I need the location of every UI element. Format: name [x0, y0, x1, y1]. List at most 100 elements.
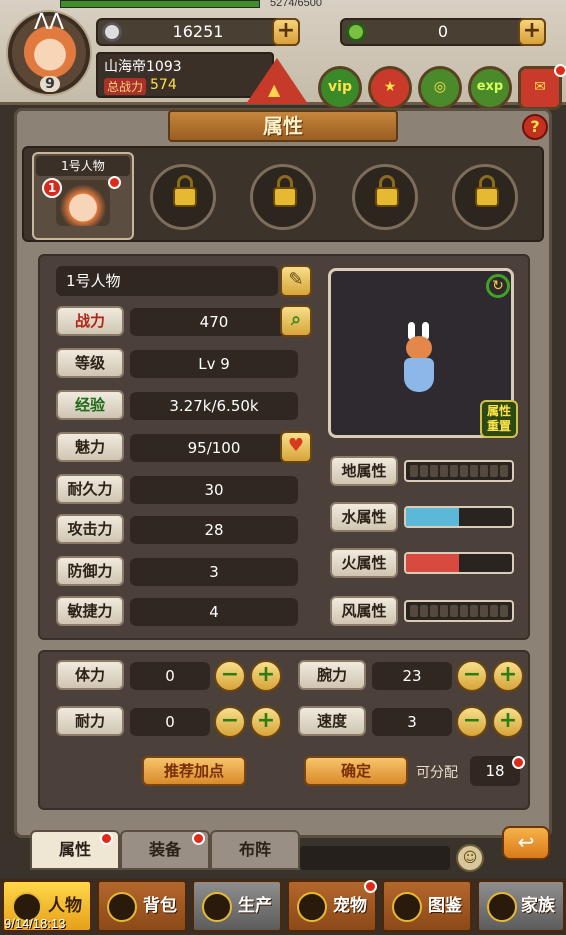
minus-button[interactable]: − — [456, 660, 488, 692]
minus-button[interactable]: − — [214, 660, 246, 692]
mail-notification-dot — [554, 64, 566, 77]
confirm-button[interactable]: 确定 — [304, 756, 408, 786]
exp-icon[interactable]: exp — [468, 66, 512, 110]
vip-icon[interactable]: vip — [318, 66, 362, 110]
recommend-points-button[interactable]: 推荐加点 — [142, 756, 246, 786]
stat-label: 敏捷力 — [56, 596, 124, 626]
plus-button[interactable]: + — [250, 706, 282, 738]
silver-value: 16251 — [172, 22, 224, 41]
stat-label: 耐久力 — [56, 474, 124, 504]
alloc-label: 腕力 — [298, 660, 366, 690]
nav-family[interactable]: 家族 — [477, 880, 565, 932]
add-gem-button[interactable]: + — [518, 18, 546, 46]
lock-icon — [487, 892, 517, 922]
arrow-up-icon: ▲ — [268, 80, 281, 99]
stat-value: 28 — [130, 516, 298, 544]
minus-button[interactable]: − — [456, 706, 488, 738]
stat-value: 30 — [130, 476, 298, 504]
stat-value: 3 — [130, 558, 298, 586]
stat-label: 魅力 — [56, 432, 124, 462]
player-info: 山海帝1093 总战力 574 — [96, 52, 274, 98]
back-button[interactable]: ↩ — [502, 826, 550, 860]
bunny-ears-icon: ᐱᐱ — [34, 10, 65, 35]
element-segment — [410, 465, 418, 477]
plus-button[interactable]: + — [250, 660, 282, 692]
tab-formation[interactable]: 布阵 — [210, 830, 300, 870]
character-notification-dot — [108, 176, 121, 189]
panel-title: 属性 — [168, 110, 398, 142]
element-label: 风属性 — [330, 596, 398, 626]
player-level: 9 — [40, 76, 60, 92]
element-segment — [420, 465, 428, 477]
element-segment — [490, 605, 498, 617]
search-icon[interactable]: ⌕ — [280, 305, 312, 337]
alloc-label: 体力 — [56, 660, 124, 690]
stat-label: 防御力 — [56, 556, 124, 586]
charm-boost-heart-icon[interactable]: ♥ — [280, 431, 312, 463]
star-icon[interactable]: ★ — [368, 66, 412, 110]
game-screen: 5274/6500 ᐱᐱ 9 16251 + 0 + 山海帝1093 总战力 5… — [0, 0, 566, 935]
character-slot-locked-3[interactable] — [250, 164, 316, 230]
stat-label: 经验 — [56, 390, 124, 420]
element-fill — [406, 554, 459, 572]
refresh-icon[interactable]: ↻ — [486, 274, 510, 298]
element-segment — [430, 605, 438, 617]
nav-bag[interactable]: 背包 — [97, 880, 187, 932]
timestamp: 9/14/18:13 — [4, 916, 66, 931]
stat-label: 战力 — [56, 306, 124, 336]
element-segment — [440, 465, 448, 477]
element-segment — [410, 605, 418, 617]
element-segment — [470, 465, 478, 477]
element-segment — [470, 605, 478, 617]
element-segment — [500, 465, 508, 477]
rename-button[interactable]: ✎ — [280, 265, 312, 297]
element-fill — [406, 508, 459, 526]
nav-codex[interactable]: 图鉴 — [382, 880, 472, 932]
codex-icon — [392, 892, 422, 922]
nav-production[interactable]: 生产 — [192, 880, 282, 932]
stat-label: 等级 — [56, 348, 124, 378]
minus-button[interactable]: − — [214, 706, 246, 738]
character-slot-locked-5[interactable] — [452, 164, 518, 230]
available-notification-dot — [512, 756, 525, 769]
gem-icon — [346, 22, 366, 42]
stat-value: 95/100 — [130, 434, 298, 462]
attributes-tab-dot — [100, 832, 113, 845]
element-segment — [440, 605, 448, 617]
silver-counter: 16251 + — [96, 18, 300, 46]
equipment-tab-dot — [192, 832, 205, 845]
add-silver-button[interactable]: + — [272, 18, 300, 46]
element-segment — [490, 465, 498, 477]
element-segment — [460, 605, 468, 617]
element-bar — [404, 460, 514, 482]
alloc-value: 3 — [372, 708, 452, 736]
element-segment — [480, 465, 488, 477]
pet-icon — [297, 892, 327, 922]
total-power-label: 总战力 — [104, 78, 147, 95]
character-slot-locked-4[interactable] — [352, 164, 418, 230]
gift-icon[interactable]: ◎ — [418, 66, 462, 110]
attribute-reset-button[interactable]: 属性重置 — [480, 400, 518, 438]
plus-button[interactable]: + — [492, 706, 524, 738]
chat-input[interactable] — [300, 846, 450, 870]
stat-value: 470 — [130, 308, 298, 336]
stat-value: 4 — [130, 598, 298, 626]
element-label: 地属性 — [330, 456, 398, 486]
help-button[interactable]: ? — [522, 114, 548, 140]
stat-value: Lv 9 — [130, 350, 298, 378]
player-name: 山海帝1093 — [104, 59, 182, 75]
character-slot-locked-2[interactable] — [150, 164, 216, 230]
element-bar — [404, 600, 514, 622]
stat-value: 3.27k/6.50k — [130, 392, 298, 420]
plus-button[interactable]: + — [492, 660, 524, 692]
character-number-badge: 1 — [42, 178, 62, 198]
total-power-value: 574 — [150, 77, 177, 93]
hp-text: 5274/6500 — [270, 0, 322, 9]
alloc-label: 速度 — [298, 706, 366, 736]
element-segment — [420, 605, 428, 617]
hp-bar — [60, 0, 260, 8]
emoji-icon[interactable]: ☺ — [456, 844, 484, 872]
lock-icon — [202, 892, 232, 922]
alloc-label: 耐力 — [56, 706, 124, 736]
gem-counter: 0 + — [340, 18, 546, 46]
